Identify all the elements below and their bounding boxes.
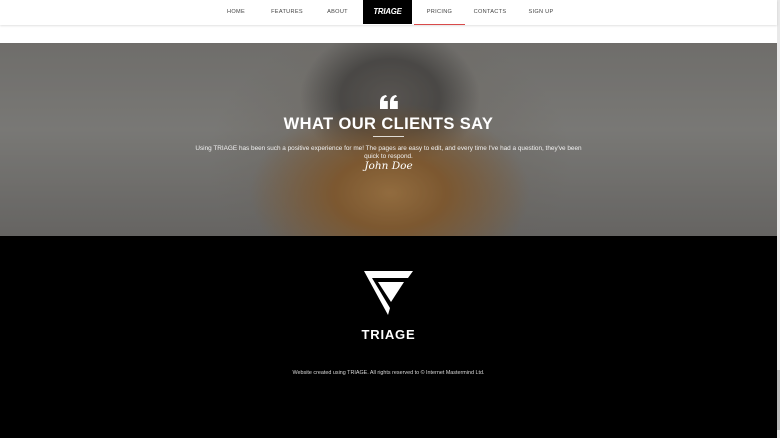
nav-item-sign-up[interactable]: SIGN UP xyxy=(526,0,556,25)
title-divider xyxy=(373,136,404,137)
footer-brand: TRIAGE xyxy=(361,327,416,342)
testimonial-title: WHAT OUR CLIENTS SAY xyxy=(283,115,494,133)
testimonial-content: WHAT OUR CLIENTS SAY Using TRIAGE has be… xyxy=(0,43,777,236)
testimonial-quote: Using TRIAGE has been such a positive ex… xyxy=(195,145,582,161)
nav-logo[interactable]: TRIAGE xyxy=(363,0,412,24)
testimonial-section: WHAT OUR CLIENTS SAY Using TRIAGE has be… xyxy=(0,43,777,236)
testimonial-author: John Doe xyxy=(364,160,413,172)
nav-item-pricing[interactable]: PRICING xyxy=(414,0,465,25)
nav-item-features[interactable]: FEATURES xyxy=(270,0,304,25)
footer-copyright: Website created using TRIAGE. All rights… xyxy=(292,370,485,376)
triage-logo-icon[interactable] xyxy=(364,271,413,315)
nav-item-about[interactable]: ABOUT xyxy=(322,0,353,25)
quote-icon xyxy=(380,95,398,109)
top-navbar: HOME FEATURES ABOUT TRIAGE PRICING CONTA… xyxy=(0,0,777,25)
nav-item-contacts[interactable]: CONTACTS xyxy=(472,0,508,25)
nav-item-home[interactable]: HOME xyxy=(221,0,251,25)
header-spacer xyxy=(0,25,777,43)
footer: TRIAGE Website created using TRIAGE. All… xyxy=(0,236,777,438)
page: HOME FEATURES ABOUT TRIAGE PRICING CONTA… xyxy=(0,0,780,438)
